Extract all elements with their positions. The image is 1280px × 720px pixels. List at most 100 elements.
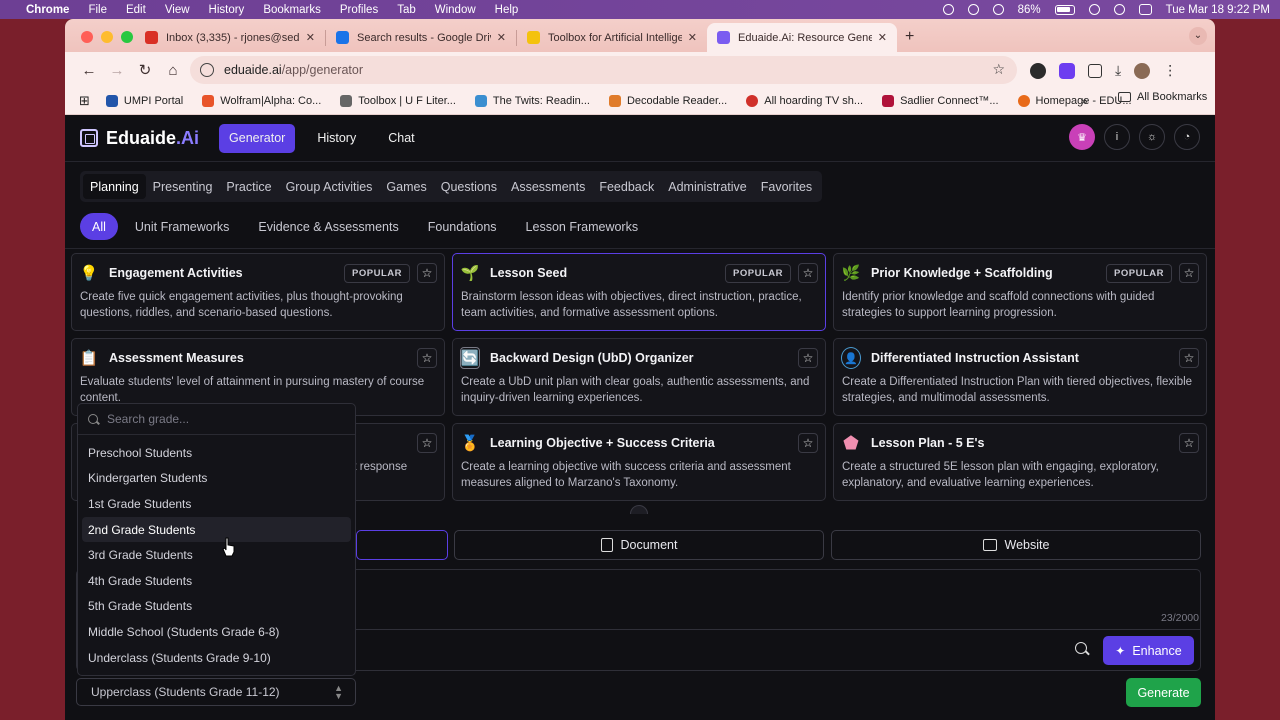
- tab-google-drive[interactable]: Search results - Google Drive ✕: [326, 23, 516, 52]
- grade-option[interactable]: 3rd Grade Students: [82, 542, 351, 568]
- favorite-star-icon[interactable]: ☆: [798, 348, 818, 368]
- close-tab-icon[interactable]: ✕: [497, 31, 506, 44]
- menu-history[interactable]: History: [209, 4, 245, 16]
- user-icon[interactable]: ◔: [1174, 124, 1200, 150]
- grade-option[interactable]: Underclass (Students Grade 9-10): [82, 645, 351, 671]
- grade-option[interactable]: 4th Grade Students: [82, 568, 351, 594]
- favorite-star-icon[interactable]: ☆: [417, 263, 437, 283]
- source-website-button[interactable]: Website: [831, 530, 1201, 560]
- bookmark-star-icon[interactable]: ☆: [992, 61, 1005, 78]
- address-bar[interactable]: eduaide.ai/app/generator ☆: [190, 56, 1017, 84]
- all-bookmarks-button[interactable]: All Bookmarks: [1118, 91, 1207, 103]
- grade-select[interactable]: Upperclass (Students Grade 11-12) ▲ ▼: [76, 678, 356, 706]
- grade-option[interactable]: Middle School (Students Grade 6-8): [82, 619, 351, 645]
- sun-icon[interactable]: ☼: [1139, 124, 1165, 150]
- bookmarks-overflow-chevron-icon[interactable]: »: [1081, 94, 1088, 108]
- reload-icon[interactable]: ↻: [131, 61, 159, 79]
- eduaide-logo[interactable]: Eduaide .Ai: [80, 128, 199, 149]
- menu-view[interactable]: View: [165, 4, 190, 16]
- download-icon[interactable]: ⤓: [1115, 62, 1121, 79]
- card-engagement-activities[interactable]: 💡 Engagement Activities POPULAR ☆ Create…: [71, 253, 445, 331]
- fullscreen-window-button[interactable]: [121, 31, 133, 43]
- new-tab-button[interactable]: +: [905, 28, 914, 46]
- bookmark-homepage-edu[interactable]: Homepage - EDU...: [1017, 95, 1132, 107]
- info-icon[interactable]: i: [1104, 124, 1130, 150]
- tab-favorites[interactable]: Favorites: [754, 174, 819, 199]
- battery-icon[interactable]: [1054, 4, 1075, 15]
- pill-lesson-frameworks[interactable]: Lesson Frameworks: [512, 213, 653, 240]
- grade-option[interactable]: 5th Grade Students: [82, 594, 351, 620]
- tab-assessments[interactable]: Assessments: [504, 174, 592, 199]
- control-center-icon[interactable]: [1138, 4, 1152, 15]
- tab-eduaide[interactable]: Eduaide.Ai: Resource Genera ✕: [707, 23, 897, 52]
- card-learning-objective[interactable]: 🏅 Learning Objective + Success Criteria …: [452, 423, 826, 501]
- grade-option[interactable]: Preschool Students: [82, 440, 351, 466]
- favorite-star-icon[interactable]: ☆: [798, 433, 818, 453]
- grade-option[interactable]: Kindergarten Students: [82, 466, 351, 492]
- menu-file[interactable]: File: [88, 4, 107, 16]
- bookmark-decodable[interactable]: Decodable Reader...: [608, 95, 727, 107]
- source-text-button[interactable]: [356, 530, 448, 560]
- profile-avatar[interactable]: [1134, 62, 1151, 79]
- search-icon[interactable]: [1075, 642, 1087, 654]
- wifi-icon[interactable]: [1088, 4, 1100, 15]
- minimize-window-button[interactable]: [101, 31, 113, 43]
- tab-feedback[interactable]: Feedback: [592, 174, 661, 199]
- menu-window[interactable]: Window: [435, 4, 476, 16]
- favorite-star-icon[interactable]: ☆: [1179, 263, 1199, 283]
- enhance-button[interactable]: ✦ Enhance: [1103, 636, 1194, 665]
- expand-chevron-down-icon[interactable]: ⌄: [630, 505, 648, 514]
- card-lesson-seed[interactable]: 🌱 Lesson Seed POPULAR ☆ Brainstorm lesso…: [452, 253, 826, 331]
- menu-app-name[interactable]: Chrome: [26, 4, 69, 16]
- bookmark-toolbox[interactable]: Toolbox | U F Liter...: [340, 95, 456, 107]
- bookmark-hoarding[interactable]: All hoarding TV sh...: [746, 95, 863, 107]
- tab-administrative[interactable]: Administrative: [661, 174, 754, 199]
- bookmark-umpi-portal[interactable]: UMPI Portal: [105, 95, 183, 107]
- nav-history[interactable]: History: [307, 124, 366, 153]
- extensions-puzzle-icon[interactable]: [1088, 63, 1102, 78]
- forward-arrow-icon[interactable]: →: [103, 62, 131, 79]
- spotlight-icon[interactable]: [1113, 4, 1125, 15]
- grade-option[interactable]: 1st Grade Students: [82, 491, 351, 517]
- menu-profiles[interactable]: Profiles: [340, 4, 378, 16]
- back-arrow-icon[interactable]: ←: [75, 62, 103, 79]
- eduaide-extension-icon[interactable]: [1059, 62, 1075, 79]
- grade-option-hovered[interactable]: 2nd Grade Students: [82, 516, 351, 543]
- tab-toolbox[interactable]: Toolbox for Artificial Intelligen ✕: [517, 23, 707, 52]
- accessibility-icon[interactable]: [967, 4, 979, 15]
- nav-generator[interactable]: Generator: [219, 123, 296, 153]
- kebab-menu-icon[interactable]: ⋮: [1163, 62, 1177, 79]
- favorite-star-icon[interactable]: ☆: [417, 348, 437, 368]
- favorite-star-icon[interactable]: ☆: [798, 263, 818, 283]
- airdrop-icon[interactable]: [992, 4, 1004, 15]
- tab-gmail[interactable]: Inbox (3,335) - rjones@sedo ✕: [135, 23, 325, 52]
- generate-button[interactable]: Generate: [1126, 678, 1201, 707]
- close-tab-icon[interactable]: ✕: [688, 31, 697, 44]
- close-tab-icon[interactable]: ✕: [878, 31, 887, 44]
- tab-presenting[interactable]: Presenting: [146, 174, 220, 199]
- grade-search-input[interactable]: Search grade...: [78, 404, 355, 435]
- card-prior-knowledge[interactable]: 🌿 Prior Knowledge + Scaffolding POPULAR …: [833, 253, 1207, 331]
- tab-questions[interactable]: Questions: [434, 174, 504, 199]
- close-tab-icon[interactable]: ✕: [306, 31, 315, 44]
- nav-chat[interactable]: Chat: [378, 124, 424, 153]
- home-icon[interactable]: ⌂: [159, 62, 187, 79]
- menu-tab[interactable]: Tab: [397, 4, 416, 16]
- favorite-star-icon[interactable]: ☆: [1179, 348, 1199, 368]
- pill-unit-frameworks[interactable]: Unit Frameworks: [121, 213, 243, 240]
- favorite-star-icon[interactable]: ☆: [417, 433, 437, 453]
- crown-icon[interactable]: ♛: [1069, 124, 1095, 150]
- site-info-icon[interactable]: [200, 63, 214, 77]
- tab-games[interactable]: Games: [379, 174, 433, 199]
- favorite-star-icon[interactable]: ☆: [1179, 433, 1199, 453]
- bookmark-twits[interactable]: The Twits: Readin...: [474, 95, 590, 107]
- record-icon[interactable]: [942, 4, 954, 15]
- tab-planning[interactable]: Planning: [83, 174, 146, 199]
- bookmark-wolfram[interactable]: Wolfram|Alpha: Co...: [202, 95, 321, 107]
- menu-edit[interactable]: Edit: [126, 4, 146, 16]
- bookmark-sadlier[interactable]: Sadlier Connect™...: [882, 95, 999, 107]
- close-window-button[interactable]: [81, 31, 93, 43]
- pill-evidence-assessments[interactable]: Evidence & Assessments: [244, 213, 412, 240]
- menu-bookmarks[interactable]: Bookmarks: [263, 4, 321, 16]
- card-lesson-plan-5e[interactable]: ⬟ Lesson Plan - 5 E's ☆ Create a structu…: [833, 423, 1207, 501]
